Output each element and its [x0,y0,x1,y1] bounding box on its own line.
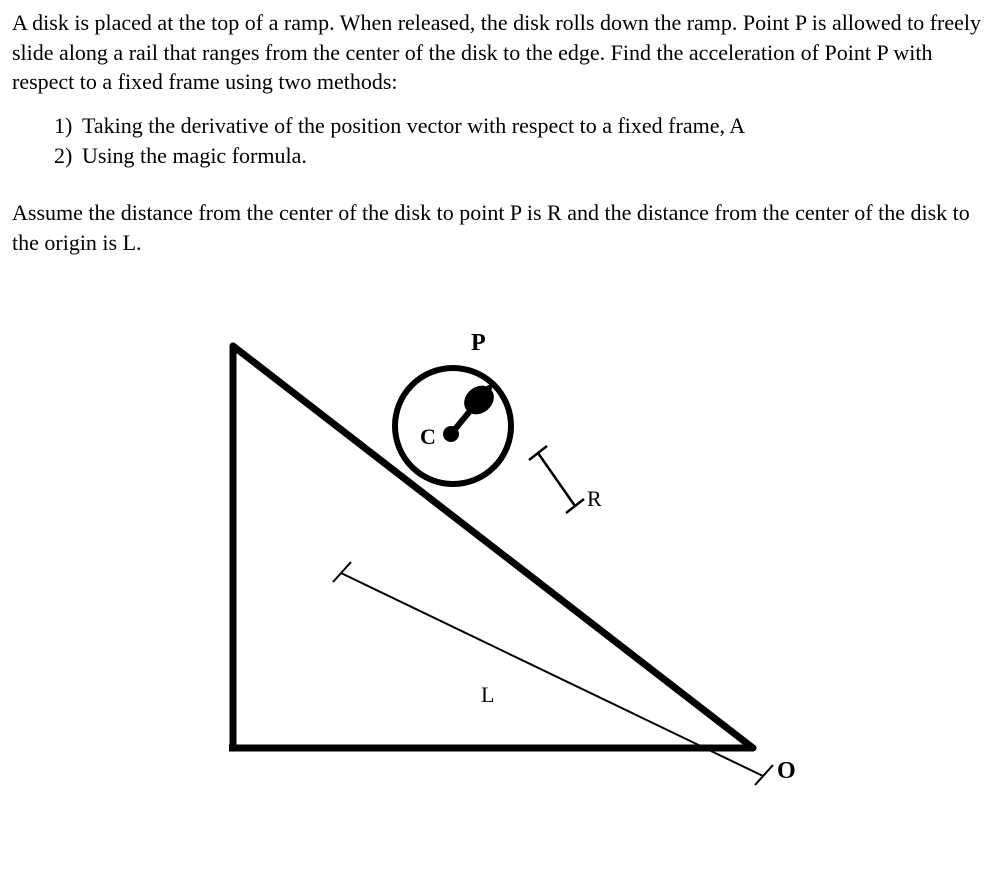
problem-intro: A disk is placed at the top of a ramp. W… [12,8,994,97]
assumption-text: Assume the distance from the center of t… [12,198,994,257]
method-list: 1) Taking the derivative of the position… [54,111,994,170]
method-item: 1) Taking the derivative of the position… [54,111,994,141]
label-r: R [587,486,602,511]
disk-icon [395,368,511,484]
label-c: C [420,424,436,449]
label-p: P [471,330,486,356]
dimension-r-icon [529,446,584,513]
figure-container: P C R L O [12,298,994,798]
method-number: 1) [54,111,82,141]
method-text: Using the magic formula. [82,141,307,171]
ramp-disk-figure: P C R L O [193,298,813,798]
method-item: 2) Using the magic formula. [54,141,994,171]
label-l: L [481,682,494,707]
method-number: 2) [54,141,82,171]
label-o: O [777,758,796,784]
method-text: Taking the derivative of the position ve… [82,111,745,141]
